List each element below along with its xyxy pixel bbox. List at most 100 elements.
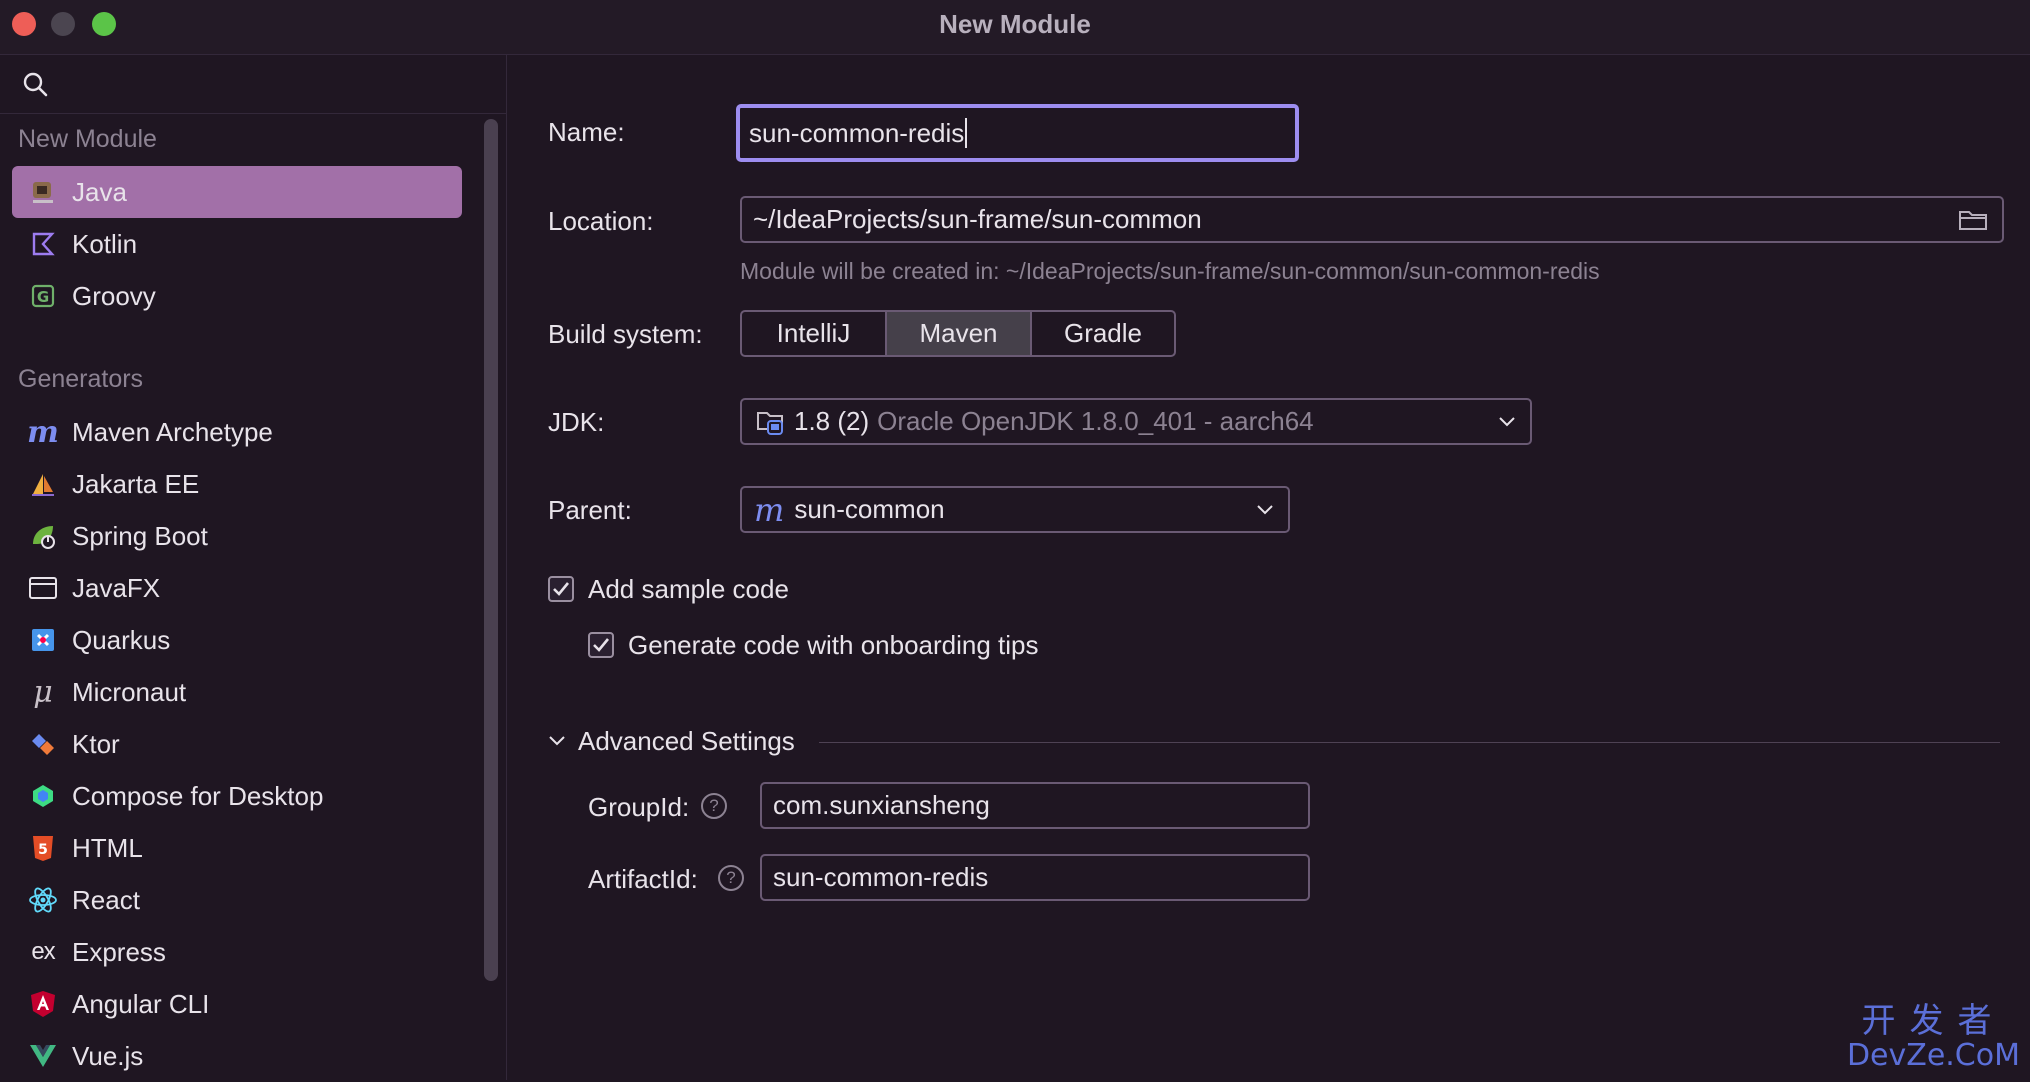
sidebar-item-java[interactable]: Java bbox=[12, 166, 462, 218]
sidebar-item-label: React bbox=[72, 884, 140, 915]
express-icon: ex bbox=[31, 938, 55, 965]
sidebar-item-label: Vue.js bbox=[72, 1040, 144, 1071]
jdk-detail: Oracle OpenJDK 1.8.0_401 - aarch64 bbox=[877, 406, 1314, 436]
sidebar-item-label: Ktor bbox=[72, 728, 120, 759]
watermark-bottom: DevZe.CoM bbox=[1846, 1038, 2020, 1073]
sidebar-item-jakarta-ee[interactable]: Jakarta EE bbox=[12, 458, 462, 510]
kotlin-icon bbox=[28, 229, 58, 259]
sidebar-item-label: Kotlin bbox=[72, 228, 138, 259]
sidebar-search[interactable] bbox=[0, 55, 506, 114]
parent-dropdown[interactable]: m sun-common bbox=[740, 486, 1290, 533]
sidebar-scrollbar[interactable] bbox=[484, 119, 498, 981]
chevron-down-icon bbox=[1499, 417, 1515, 427]
advanced-settings-divider bbox=[819, 742, 2000, 743]
maven-icon: m bbox=[27, 414, 59, 450]
ktor-icon bbox=[28, 729, 58, 759]
text-caret bbox=[965, 118, 968, 148]
quarkus-icon bbox=[28, 625, 58, 655]
location-input[interactable]: ~/IdeaProjects/sun-frame/sun-common bbox=[740, 196, 2004, 243]
artifactid-input[interactable]: sun-common-redis bbox=[760, 854, 1310, 901]
html-icon: 5 bbox=[28, 833, 58, 863]
location-hint: Module will be created in: ~/IdeaProject… bbox=[740, 258, 1600, 284]
parent-value: sun-common bbox=[794, 494, 945, 524]
java-icon bbox=[28, 177, 58, 207]
sidebar-item-groovy[interactable]: G Groovy bbox=[12, 270, 462, 322]
compose-icon bbox=[28, 781, 58, 811]
vue-icon bbox=[28, 1041, 58, 1071]
sidebar-item-label: JavaFX bbox=[72, 572, 161, 603]
title-bar: New Module bbox=[0, 0, 2030, 55]
location-label: Location: bbox=[548, 206, 654, 236]
sidebar-item-label: Micronaut bbox=[72, 676, 187, 707]
jakarta-ee-icon bbox=[28, 469, 58, 499]
maven-icon: m bbox=[754, 490, 785, 529]
sidebar-item-javafx[interactable]: JavaFX bbox=[12, 562, 462, 614]
svg-text:5: 5 bbox=[38, 842, 48, 858]
sidebar-item-compose-for-desktop[interactable]: Compose for Desktop bbox=[12, 770, 462, 822]
sidebar-item-maven-archetype[interactable]: m Maven Archetype bbox=[12, 406, 462, 458]
sidebar-item-angular-cli[interactable]: Angular CLI bbox=[12, 978, 462, 1030]
location-value: ~/IdeaProjects/sun-frame/sun-common bbox=[753, 204, 1202, 234]
search-icon[interactable] bbox=[22, 71, 48, 97]
sidebar-item-express[interactable]: ex Express bbox=[12, 926, 462, 978]
help-icon[interactable]: ? bbox=[718, 865, 744, 891]
watermark: 开发者 DevZe.CoM bbox=[1847, 1002, 2020, 1072]
build-system-label: Build system: bbox=[548, 319, 703, 349]
jdk-folder-icon bbox=[757, 411, 783, 435]
angular-icon bbox=[28, 989, 58, 1019]
svg-text:G: G bbox=[37, 288, 49, 306]
javafx-icon bbox=[28, 573, 58, 603]
sidebar-item-html[interactable]: 5 HTML bbox=[12, 822, 462, 874]
artifactid-value: sun-common-redis bbox=[773, 862, 989, 892]
checkmark-icon bbox=[553, 582, 570, 596]
parent-label: Parent: bbox=[548, 495, 632, 525]
sidebar-item-quarkus[interactable]: Quarkus bbox=[12, 614, 462, 666]
micronaut-icon: μ bbox=[33, 674, 53, 710]
add-sample-code-label[interactable]: Add sample code bbox=[588, 574, 789, 605]
group-label-new-module: New Module bbox=[18, 125, 157, 153]
sidebar: New Module Java Kotlin G Groovy Generato… bbox=[0, 55, 507, 1080]
sidebar-item-vue-js[interactable]: Vue.js bbox=[12, 1030, 462, 1082]
name-label: Name: bbox=[548, 117, 625, 147]
sidebar-item-kotlin[interactable]: Kotlin bbox=[12, 218, 462, 270]
sidebar-item-label: Java bbox=[72, 176, 127, 207]
groovy-icon: G bbox=[28, 281, 58, 311]
build-option-intellij[interactable]: IntelliJ bbox=[742, 312, 885, 355]
sidebar-item-react[interactable]: React bbox=[12, 874, 462, 926]
sidebar-item-label: Express bbox=[72, 936, 166, 967]
sidebar-item-micronaut[interactable]: μ Micronaut bbox=[12, 666, 462, 718]
sidebar-item-label: Groovy bbox=[72, 280, 156, 311]
sidebar-item-label: Maven Archetype bbox=[72, 416, 273, 447]
sidebar-item-label: Jakarta EE bbox=[72, 468, 200, 499]
help-icon[interactable]: ? bbox=[701, 793, 727, 819]
onboarding-tips-checkbox[interactable] bbox=[588, 632, 614, 658]
checkmark-icon bbox=[593, 638, 610, 652]
add-sample-code-checkbox[interactable] bbox=[548, 576, 574, 602]
name-input[interactable]: sun-common-redis bbox=[736, 104, 1299, 162]
sidebar-item-spring-boot[interactable]: Spring Boot bbox=[12, 510, 462, 562]
sidebar-item-label: Angular CLI bbox=[72, 988, 210, 1019]
groupid-value: com.sunxiansheng bbox=[773, 790, 990, 820]
jdk-label: JDK: bbox=[548, 407, 605, 437]
build-option-maven[interactable]: Maven bbox=[885, 312, 1030, 355]
advanced-settings-toggle[interactable]: Advanced Settings bbox=[578, 726, 795, 757]
sidebar-item-label: Compose for Desktop bbox=[72, 780, 324, 811]
chevron-down-icon[interactable] bbox=[548, 733, 566, 747]
artifactid-label: ArtifactId: bbox=[588, 864, 698, 894]
react-icon bbox=[28, 885, 58, 915]
sidebar-item-ktor[interactable]: Ktor bbox=[12, 718, 462, 770]
build-option-gradle[interactable]: Gradle bbox=[1030, 312, 1174, 355]
onboarding-tips-label[interactable]: Generate code with onboarding tips bbox=[628, 630, 1039, 661]
spring-boot-icon bbox=[28, 521, 58, 551]
groupid-label: GroupId: bbox=[588, 792, 690, 822]
folder-icon[interactable] bbox=[1958, 208, 1988, 232]
watermark-top: 开发者 bbox=[1861, 1001, 2006, 1041]
window-title: New Module bbox=[939, 9, 1091, 39]
jdk-version: 1.8 (2) bbox=[794, 406, 870, 436]
chevron-down-icon bbox=[1257, 505, 1273, 515]
name-value: sun-common-redis bbox=[749, 117, 965, 148]
group-label-generators: Generators bbox=[18, 365, 144, 393]
groupid-input[interactable]: com.sunxiansheng bbox=[760, 782, 1310, 829]
jdk-dropdown[interactable]: 1.8 (2) Oracle OpenJDK 1.8.0_401 - aarch… bbox=[740, 398, 1532, 445]
build-system-selector: IntelliJ Maven Gradle bbox=[740, 310, 1176, 357]
